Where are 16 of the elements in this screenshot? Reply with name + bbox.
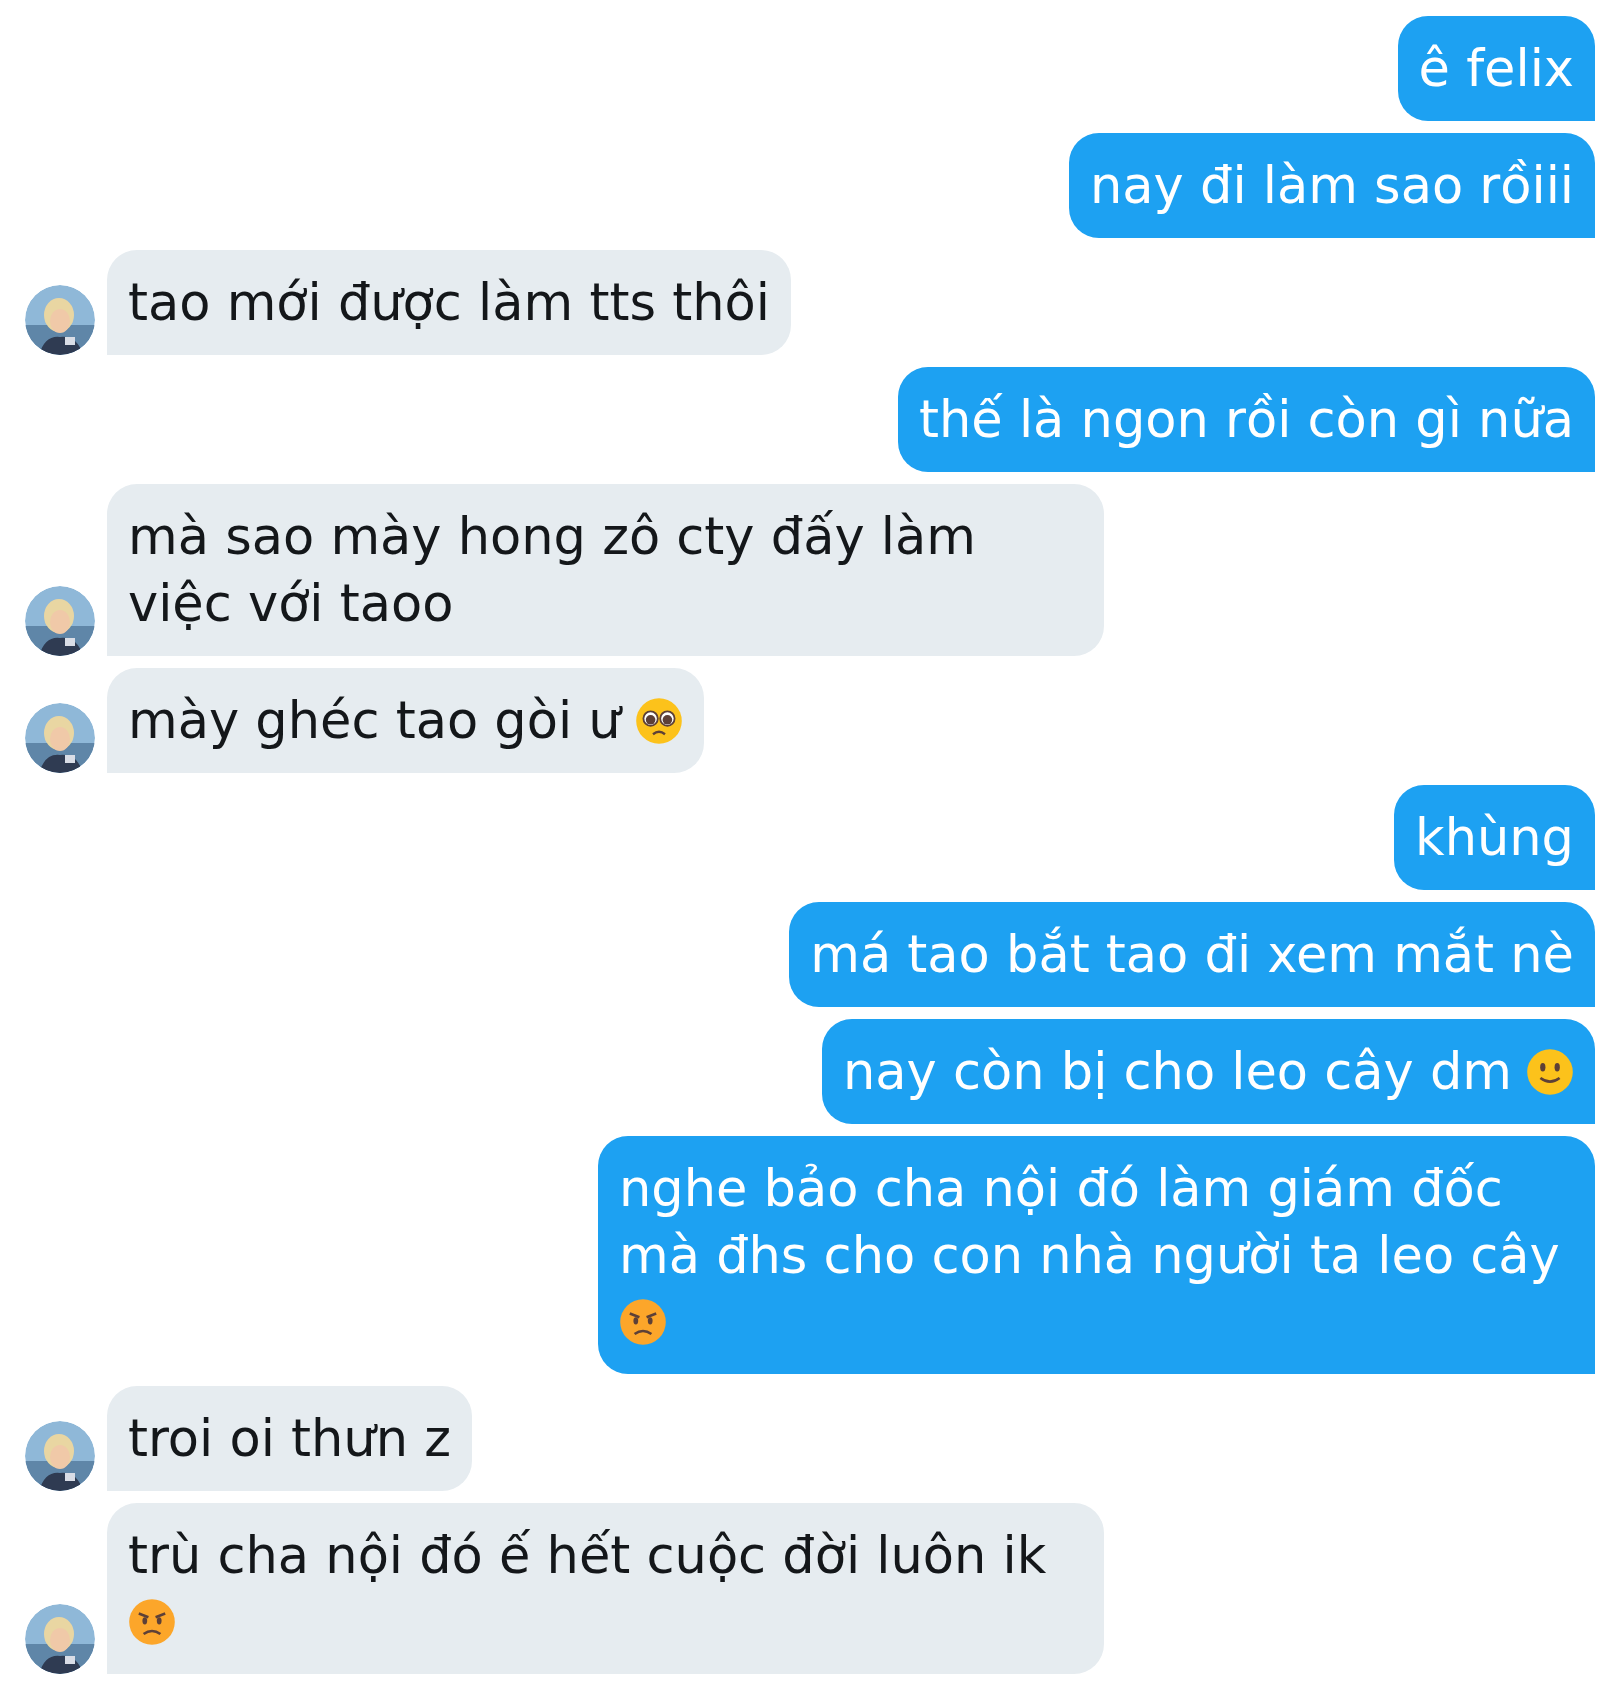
- message-text: khùng: [1415, 807, 1574, 869]
- angry-face-icon: [128, 1598, 176, 1646]
- smiling-face-icon: [1526, 1047, 1574, 1096]
- message-text: nay đi làm sao rồiii: [1090, 155, 1574, 217]
- angry-face-icon: [619, 1298, 667, 1346]
- message-text: má tao bắt tao đi xem mắt nè: [810, 924, 1574, 986]
- pleading-face-icon: [634, 696, 683, 745]
- message-text: tao mới được làm tts thôi: [128, 272, 770, 334]
- message-text: mà sao mày hong zô cty đấy làm việc với taoo: [128, 506, 977, 635]
- message-text: mày ghéc tao gòi ư: [128, 690, 621, 752]
- message-text: troi oi thưn z: [128, 1408, 451, 1470]
- message-text: thế là ngon rồi còn gì nữa: [919, 389, 1574, 451]
- message-text: ê felix: [1418, 38, 1574, 100]
- message-text: trù cha nội đó ế hết cuộc đời luôn ik: [128, 1525, 1047, 1587]
- message-text: nghe bảo cha nội đó làm giám đốc mà đhs cho con nhà người ta leo cây: [619, 1158, 1561, 1287]
- message-text: nay còn bị cho leo cây dm: [843, 1041, 1512, 1103]
